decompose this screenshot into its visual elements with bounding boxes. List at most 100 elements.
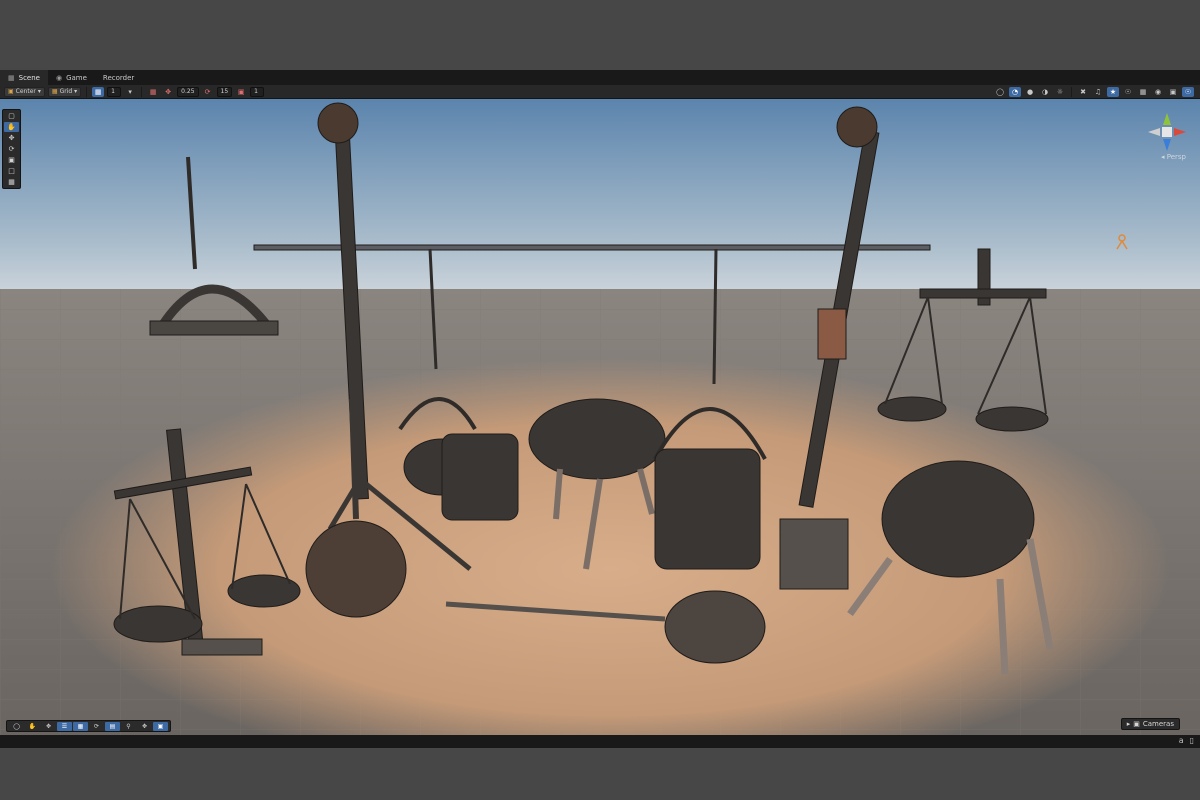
overlay-tools-button[interactable]: ▣	[153, 721, 168, 731]
lighting-dropdown[interactable]: ☼	[1054, 87, 1066, 97]
overlay-transform-button[interactable]: ✥	[137, 722, 152, 731]
gizmo-neg-x-axis[interactable]	[1148, 128, 1160, 136]
overlay-search-button[interactable]: ⚲	[121, 722, 136, 731]
rotate-snap-button[interactable]: ⟳	[202, 87, 214, 97]
pivot-label: Center	[15, 88, 36, 95]
gizmos-dropdown[interactable]: ☉	[1182, 87, 1194, 97]
grid-icon: ▦	[51, 88, 58, 95]
toolbar-right-group: ◯ ◔ ● ◑ ☼ ✖ ♫ ★ ☉ ▦ ◉ ▣ ☉	[994, 87, 1194, 97]
text-icon[interactable]: a	[1179, 736, 1184, 745]
rotate-snap-field[interactable]: 15	[216, 86, 233, 97]
projection-text: Persp	[1166, 153, 1186, 161]
camera-icon: ▣	[1169, 88, 1177, 96]
camera-dropdown[interactable]: ▣	[1167, 87, 1179, 97]
scale-snap-field[interactable]: 1	[250, 86, 265, 97]
rect-icon: □	[8, 167, 15, 175]
rotate-icon: ⟳	[93, 722, 100, 730]
transform-icon: ✥	[141, 722, 148, 730]
draw-mode-button[interactable]: ◯	[994, 87, 1006, 97]
overlay-align-button[interactable]: ☰	[57, 721, 72, 731]
overlay-hand-button[interactable]: ✋	[25, 722, 40, 731]
tab-recorder[interactable]: Recorder	[95, 70, 142, 85]
projection-icon: ◂	[1161, 153, 1165, 161]
grid-toggle-icon: ▦	[1139, 88, 1147, 96]
hand-icon: ✋	[7, 123, 16, 131]
pivot-center-dropdown[interactable]: ▣ Center ▾	[4, 86, 45, 97]
projection-label[interactable]: ◂ Persp	[1161, 153, 1186, 161]
grid-size-field[interactable]: 1	[107, 86, 122, 97]
audio-toggle-button[interactable]: ♫	[1092, 87, 1104, 97]
align-icon: ☰	[61, 722, 68, 730]
grid-visibility-icon: ▦	[94, 87, 102, 96]
left-post-knob	[317, 102, 359, 144]
wireframe-button[interactable]: ◑	[1039, 87, 1051, 97]
scene-icon: ▦	[8, 73, 15, 82]
hidden-objects-button[interactable]: ☉	[1122, 87, 1134, 97]
view-tool[interactable]: ✋	[4, 122, 19, 132]
orientation-gizmo-graphic[interactable]	[1144, 109, 1190, 155]
tab-recorder-label: Recorder	[102, 73, 135, 82]
gizmo-y-axis[interactable]	[1163, 113, 1171, 125]
move-snap-icon: ✥	[165, 87, 172, 96]
scene-viewport[interactable]: ▢ ✋ ✥ ⟳ ▣ □ ▦ ◂ Persp ◯ ✋ ✥ ☰ ▦ ⟳ ▤ ⚲ ✥ …	[0, 99, 1200, 735]
status-icons: a ▯	[1179, 736, 1194, 745]
grid-visibility-button[interactable]: ▦	[92, 86, 105, 97]
overlay-toolbar: ◯ ✋ ✥ ☰ ▦ ⟳ ▤ ⚲ ✥ ▣	[6, 720, 171, 732]
shaded-button[interactable]: ●	[1024, 87, 1036, 97]
gizmo-x-axis[interactable]	[1174, 128, 1186, 136]
overlay-layers-button[interactable]: ▤	[105, 721, 120, 731]
right-post-wrap	[817, 308, 847, 360]
window-frame: ▦ Scene ◉ Game Recorder ▣ Center ▾ ▦ Gri…	[0, 0, 1200, 800]
cameras-label: Cameras	[1142, 720, 1174, 728]
scale-snap-icon: ▣	[237, 87, 245, 96]
overlay-move-button[interactable]: ✥	[41, 722, 56, 731]
tab-game[interactable]: ◉ Game	[48, 70, 95, 85]
skimmer	[305, 520, 407, 618]
scale-snap-button[interactable]: ▣	[235, 87, 247, 97]
globe-icon: ◯	[996, 88, 1004, 96]
tools-icon: ▣	[157, 722, 164, 730]
overlay-rotate-button[interactable]: ⟳	[89, 722, 104, 731]
overlay-grid-button[interactable]: ▦	[73, 721, 88, 731]
transform-tool[interactable]: ▦	[4, 177, 19, 187]
snap-toggle-button[interactable]: ▦	[147, 87, 159, 97]
grid-size-dropdown[interactable]: ▾	[124, 87, 136, 97]
sun-icon: ☼	[1056, 88, 1064, 96]
scene-render[interactable]	[0, 99, 1200, 735]
rotate-tool[interactable]: ⟳	[4, 144, 19, 154]
separator	[1071, 87, 1072, 97]
shaded-sphere-icon: ●	[1026, 88, 1034, 96]
visibility-dropdown[interactable]: ◉	[1152, 87, 1164, 97]
layers-icon: ▤	[109, 722, 116, 730]
right-scale-beam	[919, 288, 1047, 299]
overlay-menu-button[interactable]: ◯	[9, 722, 24, 731]
shaded-wireframe-button[interactable]: ◔	[1009, 87, 1021, 97]
left-scale-pan-a	[113, 605, 203, 643]
move-snap-field[interactable]: 0.25	[177, 86, 199, 97]
cube-icon: ▢	[8, 112, 15, 120]
hand-icon: ✋	[28, 722, 37, 730]
rect-tool[interactable]: □	[4, 166, 19, 176]
gizmo-center[interactable]	[1162, 127, 1172, 137]
tab-scene[interactable]: ▦ Scene	[0, 70, 48, 85]
grid-dropdown[interactable]: ▦ Grid ▾	[47, 86, 82, 97]
cache-icon[interactable]: ▯	[1190, 736, 1194, 745]
scale-tool[interactable]: ▣	[4, 155, 19, 165]
grid-toggle-button[interactable]: ▦	[1137, 87, 1149, 97]
tool-options-dropdown[interactable]: ▢	[4, 111, 19, 121]
2d-toggle-button[interactable]: ✖	[1077, 87, 1089, 97]
move-icon: ✥	[45, 722, 52, 730]
hanging-crown-ring	[149, 320, 279, 336]
grid-label: Grid	[59, 88, 73, 95]
move-snap-button[interactable]: ✥	[162, 87, 174, 97]
separator	[86, 86, 88, 97]
effects-dropdown[interactable]: ★	[1107, 87, 1119, 97]
gizmo-z-axis[interactable]	[1163, 139, 1171, 151]
cameras-overlay[interactable]: ▸ ▣ Cameras	[1120, 718, 1180, 730]
move-tool[interactable]: ✥	[4, 133, 19, 143]
tab-bar: ▦ Scene ◉ Game Recorder	[0, 70, 1200, 85]
right-bucket	[654, 448, 761, 570]
camera-icon: ▣	[1133, 720, 1140, 728]
lighting-off-icon: ✖	[1080, 88, 1086, 96]
left-scale-base	[181, 638, 263, 656]
